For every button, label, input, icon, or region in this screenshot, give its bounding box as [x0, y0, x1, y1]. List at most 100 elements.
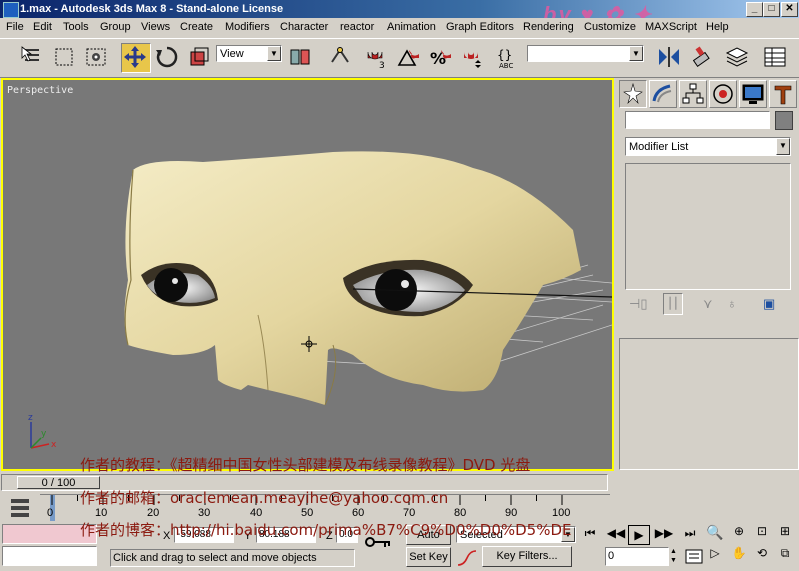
make-unique-icon[interactable]: ⋎: [703, 296, 713, 312]
tick-30: 30: [198, 507, 211, 519]
zoom-all-icon[interactable]: ⊕: [729, 524, 749, 544]
remove-modifier-icon[interactable]: ♁: [727, 296, 737, 311]
title-bar: 1.max - Autodesk 3ds Max 8 - Stand-alone…: [0, 0, 799, 26]
maxscript-mini-field[interactable]: [2, 546, 97, 566]
svg-text:{}: {}: [497, 48, 512, 62]
restore-button[interactable]: □: [763, 2, 780, 17]
schematic-view-icon[interactable]: [761, 43, 791, 73]
reference-coord-value: View: [220, 48, 244, 60]
tick-0: 0: [47, 507, 54, 519]
pan-icon[interactable]: ✋: [729, 546, 749, 566]
show-end-result-icon[interactable]: ⎮⎮: [663, 293, 683, 315]
go-to-start-icon[interactable]: ⏮: [580, 526, 600, 544]
curve-editor-icon[interactable]: [8, 496, 34, 520]
axis-tripod: z x y: [28, 413, 57, 450]
pivot-center-icon[interactable]: [286, 43, 316, 73]
prompt-line: Click and drag to select and move object…: [110, 549, 355, 567]
tick-60: 60: [352, 507, 365, 519]
pin-stack-icon[interactable]: ⊣▯: [629, 296, 647, 312]
go-to-end-icon[interactable]: ⏭: [680, 526, 700, 544]
perspective-viewport[interactable]: Perspective z x y: [1, 78, 614, 471]
select-region-icon[interactable]: [50, 43, 80, 73]
set-key-button[interactable]: Set Key: [406, 547, 451, 567]
mirror-icon[interactable]: [655, 43, 685, 73]
menu-group[interactable]: Group: [100, 21, 131, 33]
modifier-list-select[interactable]: Modifier List ▼: [625, 137, 791, 156]
menu-animation[interactable]: Animation: [387, 21, 436, 33]
modify-tab-icon[interactable]: [649, 80, 677, 108]
menu-modifiers[interactable]: Modifiers: [225, 21, 270, 33]
object-color-swatch[interactable]: [775, 111, 793, 130]
play-icon[interactable]: ▶: [628, 525, 650, 545]
tick-10: 10: [95, 507, 108, 519]
modifier-stack[interactable]: [625, 163, 791, 290]
main-toolbar: View ▼ 3 % {} ABC ▼: [0, 38, 799, 78]
menu-file[interactable]: File: [6, 21, 24, 33]
time-configuration-icon[interactable]: [683, 547, 705, 566]
svg-text:z: z: [28, 413, 33, 423]
scene-canvas: z x y: [28, 151, 612, 450]
zoom-extents-all-icon[interactable]: ⊞: [775, 524, 795, 544]
rollout-area: [619, 338, 799, 470]
menu-character[interactable]: Character: [280, 21, 328, 33]
named-selection-select[interactable]: ▼: [527, 45, 644, 62]
menu-graph-editors[interactable]: Graph Editors: [446, 21, 514, 33]
menu-views[interactable]: Views: [141, 21, 170, 33]
stack-controls: ⊣▯ ⎮⎮ ⋎ ♁ ▣: [625, 292, 789, 318]
default-in-out-tangents-icon[interactable]: [456, 548, 478, 568]
zoom-extents-icon[interactable]: ⊡: [752, 524, 772, 544]
modifier-list-value: Modifier List: [629, 141, 689, 153]
select-move-icon[interactable]: [121, 43, 151, 73]
window-crossing-icon[interactable]: [82, 43, 112, 73]
next-frame-icon[interactable]: ▶▶: [654, 526, 674, 544]
close-button[interactable]: ✕: [781, 2, 798, 17]
display-tab-icon[interactable]: [739, 80, 767, 108]
arc-rotate-icon[interactable]: ⟲: [752, 546, 772, 566]
chevron-down-icon: ▼: [776, 138, 790, 155]
current-frame-field[interactable]: 0: [605, 547, 669, 566]
zoom-icon[interactable]: 🔍: [705, 524, 725, 544]
app-icon: [3, 2, 19, 18]
edit-named-selection-icon[interactable]: {} ABC: [494, 43, 524, 73]
hierarchy-tab-icon[interactable]: [679, 80, 707, 108]
reference-coord-select[interactable]: View ▼: [216, 45, 282, 62]
svg-text:3: 3: [379, 61, 385, 70]
create-tab-icon[interactable]: [619, 80, 647, 108]
percent-snap-icon[interactable]: %: [426, 43, 456, 73]
select-manipulate-icon[interactable]: [326, 43, 356, 73]
angle-snap-icon[interactable]: [394, 43, 424, 73]
menu-bar: File Edit Tools Group Views Create Modif…: [0, 18, 799, 37]
object-name-field[interactable]: [625, 111, 770, 129]
tick-50: 50: [301, 507, 314, 519]
overlay-email-line: 作者的邮箱：oraclemean.meayihe@yahoo.com.cn: [80, 489, 449, 507]
previous-frame-icon[interactable]: ◀◀: [606, 526, 626, 544]
menu-maxscript[interactable]: MAXScript: [645, 21, 697, 33]
slider-end: [608, 474, 614, 491]
head-mesh: [124, 151, 612, 406]
select-object-icon[interactable]: [18, 43, 48, 73]
minimize-button[interactable]: _: [746, 2, 763, 17]
svg-text:%: %: [430, 49, 446, 68]
spinner-snap-icon[interactable]: [458, 43, 488, 73]
configure-modifier-sets-icon[interactable]: ▣: [763, 296, 775, 312]
layer-manager-icon[interactable]: [723, 43, 753, 73]
menu-create[interactable]: Create: [180, 21, 213, 33]
select-scale-icon[interactable]: [185, 43, 215, 73]
field-of-view-icon[interactable]: ▷: [705, 546, 725, 566]
key-filters-button[interactable]: Key Filters...: [482, 546, 572, 567]
frame-spinner-icon[interactable]: ▲ ▼: [670, 547, 680, 566]
maximize-viewport-icon[interactable]: ⧉: [775, 546, 795, 566]
menu-help[interactable]: Help: [706, 21, 729, 33]
overlay-blog-line: 作者的博客：http://hi.baidu.com/prima%B7%C9%D0…: [80, 521, 572, 539]
snap-toggle-icon[interactable]: 3: [362, 43, 392, 73]
menu-edit[interactable]: Edit: [33, 21, 52, 33]
utilities-tab-icon[interactable]: [769, 80, 797, 108]
menu-tools[interactable]: Tools: [63, 21, 89, 33]
menu-rendering[interactable]: Rendering: [523, 21, 574, 33]
menu-customize[interactable]: Customize: [584, 21, 636, 33]
select-rotate-icon[interactable]: [153, 43, 183, 73]
align-icon[interactable]: [687, 43, 717, 73]
motion-tab-icon[interactable]: [709, 80, 737, 108]
tick-100: 100: [552, 507, 571, 519]
menu-reactor[interactable]: reactor: [340, 21, 374, 33]
